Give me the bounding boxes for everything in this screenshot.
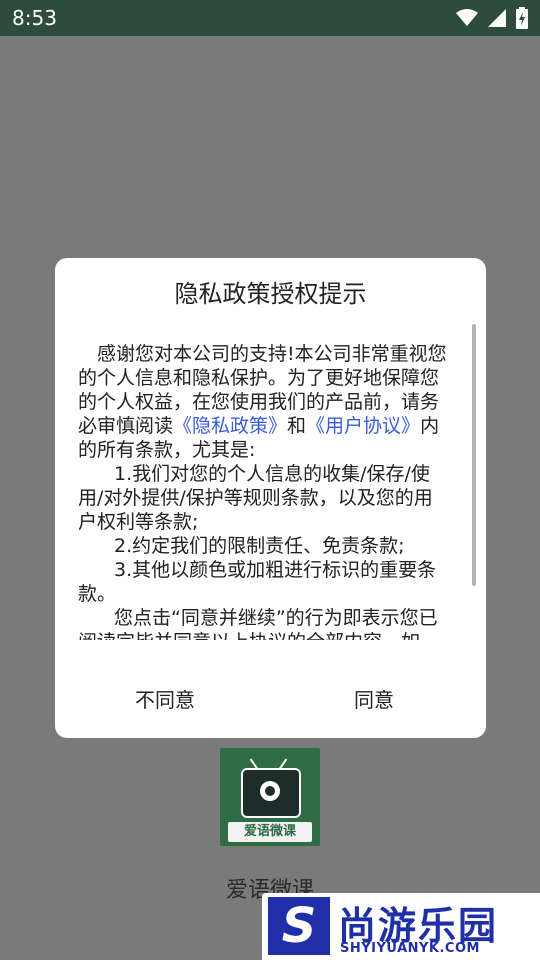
status-time: 8:53	[12, 6, 57, 30]
terms-item-2: 2.约定我们的限制责任、免责条款;	[114, 535, 405, 557]
dialog-body[interactable]: 感谢您对本公司的支持!本公司非常重视您的个人信息和隐私保护。为了更好地保障您的个…	[78, 342, 450, 640]
outro-paragraph: 您点击“同意并继续”的行为即表示您已阅读完毕并同意以上协议的全部内容。如	[78, 607, 438, 640]
status-icons	[456, 7, 528, 29]
camera-lens-icon	[260, 781, 280, 801]
privacy-policy-link[interactable]: 《隐私政策》	[173, 415, 287, 437]
logo-text: 爱语微课	[228, 822, 312, 842]
agree-button[interactable]: 同意	[314, 684, 434, 713]
status-bar: 8:53	[0, 0, 540, 36]
user-agreement-link[interactable]: 《用户协议》	[306, 415, 420, 437]
watermark: S 尚游乐园 SHYIYUANYK.COM	[262, 893, 540, 960]
dialog-title: 隐私政策授权提示	[174, 280, 367, 308]
battery-icon	[516, 7, 528, 29]
wifi-icon	[456, 9, 478, 26]
terms-item-1: 1.我们对您的个人信息的收集/保存/使用/对外提供/保护等规则条款，以及您的用户…	[78, 463, 433, 533]
watermark-domain: SHYIYUANYK.COM	[340, 941, 480, 956]
watermark-logo-icon: S	[268, 897, 330, 955]
app-logo: 爱语微课	[220, 748, 320, 846]
tv-icon	[241, 768, 301, 818]
privacy-dialog: 隐私政策授权提示 感谢您对本公司的支持!本公司非常重视您的个人信息和隐私保护。为…	[55, 258, 486, 738]
dialog-scrollbar[interactable]	[472, 324, 476, 586]
terms-item-3: 3.其他以颜色或加粗进行标识的重要条款。	[78, 559, 437, 605]
intro-paragraph: 感谢您对本公司的支持!本公司非常重视您的个人信息和隐私保护。为了更好地保障您的个…	[78, 342, 450, 462]
signal-icon	[488, 9, 506, 27]
and-text: 和	[287, 415, 307, 437]
disagree-button[interactable]: 不同意	[105, 684, 225, 713]
